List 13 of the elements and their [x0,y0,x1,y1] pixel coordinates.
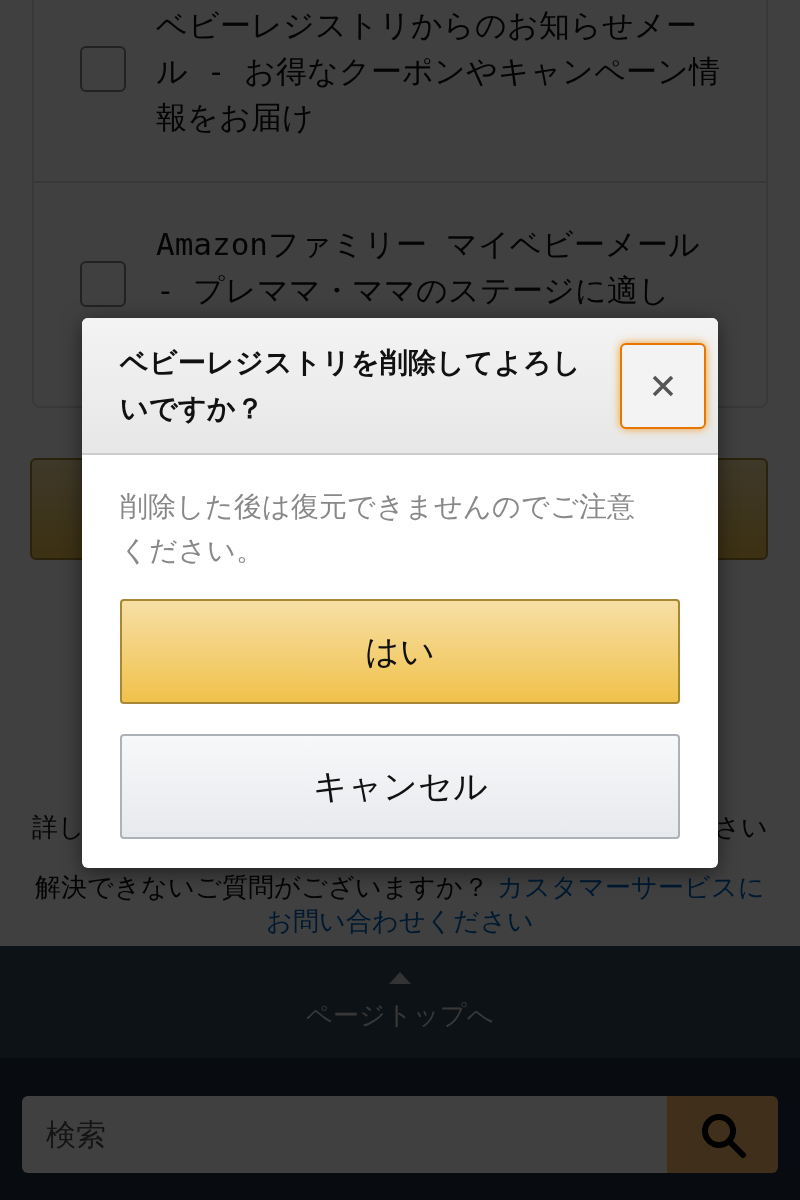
customer-service-link[interactable]: お問い合わせください [266,906,534,936]
customer-service-link[interactable]: カスタマーサービスに [497,872,765,902]
help-text: 詳し [32,811,85,844]
dialog-message: 削除した後は復元できませんのでご注意ください。 [120,489,636,569]
cancel-button[interactable]: キャンセル [120,734,680,839]
close-icon [651,373,675,398]
dialog-title: ベビーレジストリを削除してよろしいですか？ [120,344,582,427]
option-label: ベビーレジストリからのお知らせメール - お得なクーポンやキャンペーン情報をお届け [156,6,721,137]
help-text: 解決できないご質問がございますか？ [35,872,489,902]
help-text: さい [714,811,768,844]
close-button[interactable] [620,342,706,429]
option-label: Amazonファミリー マイベビーメール - プレママ・ママのステージに適し [156,225,701,310]
yes-button[interactable]: はい [120,599,680,704]
